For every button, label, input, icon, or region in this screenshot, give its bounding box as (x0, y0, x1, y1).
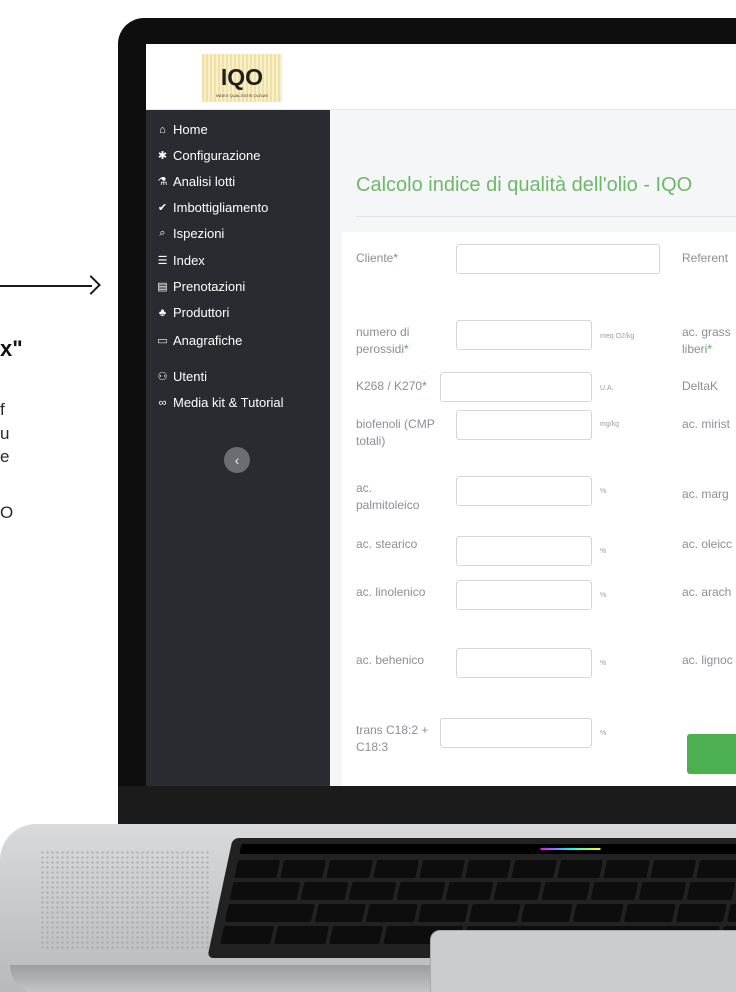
field-label-miristico: ac. mirist (682, 417, 730, 431)
arrow-right-icon (81, 275, 101, 295)
sidebar-collapse-button[interactable]: ‹ (224, 447, 250, 473)
k268-input[interactable] (440, 372, 592, 402)
card-icon: ▭ (157, 335, 168, 347)
caption-line: u (0, 424, 10, 443)
unit-linolenico: % (600, 592, 607, 599)
speaker-grille (40, 850, 210, 950)
calculate-button[interactable] (687, 734, 736, 774)
list-icon: ☰ (157, 255, 168, 267)
caption-line: O (0, 503, 14, 522)
linolenico-input[interactable] (456, 580, 592, 610)
tree-icon: ♣ (158, 306, 167, 319)
touch-bar (239, 844, 736, 854)
sidebar-item-label: Anagrafiche (173, 333, 243, 348)
unit-biofenoli: mg/kg (600, 421, 620, 428)
sidebar-item-utenti[interactable]: ⚇ Utenti (156, 369, 207, 384)
arrow-line (0, 285, 92, 287)
magnifier-icon: ⌕ (159, 227, 166, 239)
field-label-palmitoleico: ac. palmitoleico (356, 481, 420, 512)
caption-line: e (0, 447, 10, 466)
iqo-logo[interactable]: IQO INDEX QUALITATIS OLEUM (202, 54, 282, 102)
caption-line: f (0, 400, 5, 419)
sidebar-item-ispezioni[interactable]: ⌕ Ispezioni (156, 226, 224, 241)
flask-icon: ⚗ (157, 176, 168, 188)
field-label-stearico: ac. stearico (356, 537, 418, 551)
sidebar-item-imbottigliamento[interactable]: ✔ Imbottigliamento (156, 200, 269, 215)
page-title: Calcolo indice di qualità dell'olio - IQ… (356, 174, 693, 196)
unit-trans: % (600, 730, 607, 737)
sidebar-item-label: Index (173, 253, 205, 268)
field-label-acidi-grassi: ac. grass liberi* (682, 325, 731, 356)
stearico-input[interactable] (456, 536, 592, 566)
field-label-perossidi: numero di perossidi* (356, 325, 410, 356)
unit-stearico: % (600, 548, 607, 555)
sidebar-item-label: Produttori (173, 305, 230, 320)
laptop-screen: IQO INDEX QUALITATIS OLEUM ⌂ Home ✱ Conf… (146, 44, 736, 786)
behenico-input[interactable] (456, 648, 592, 678)
field-label-trans: trans C18:2 + C18:3 (356, 723, 429, 754)
sidebar-item-label: Analisi lotti (173, 174, 236, 189)
link-icon: ∞ (158, 396, 167, 409)
logo-subtext: INDEX QUALITATIS OLEUM (216, 93, 268, 98)
trans-input[interactable] (440, 718, 592, 748)
clipboard-icon: ▤ (157, 281, 168, 293)
sidebar-item-label: Prenotazioni (173, 279, 246, 294)
sidebar-item-configurazione[interactable]: ✱ Configurazione (156, 148, 261, 163)
sidebar-item-prenotazioni[interactable]: ▤ Prenotazioni (156, 279, 245, 294)
field-label-referente: Referent (682, 251, 729, 265)
sidebar-item-anagrafiche[interactable]: ▭ Anagrafiche (156, 333, 242, 348)
app-header: IQO INDEX QUALITATIS OLEUM (146, 44, 736, 110)
sidebar-item-analisi-lotti[interactable]: ⚗ Analisi lotti (156, 174, 236, 189)
caption-title: x" (0, 336, 23, 361)
gear-icon: ✱ (157, 150, 168, 162)
field-label-biofenoli: biofenoli (CMP totali) (356, 417, 435, 448)
cliente-input[interactable] (456, 244, 660, 274)
field-label-cliente: Cliente* (356, 251, 399, 265)
sidebar-item-label: Media kit & Tutorial (173, 395, 284, 410)
home-icon: ⌂ (159, 123, 166, 136)
field-label-margarico: ac. marg (682, 487, 729, 501)
unit-perossidi: meq O2/kg (600, 333, 635, 340)
sidebar-item-label: Utenti (173, 369, 207, 384)
field-label-behenico: ac. behenico (356, 653, 425, 667)
laptop-chin (118, 786, 736, 826)
field-label-oleico: ac. oleicc (682, 537, 733, 551)
field-label-deltak: DeltaK (682, 379, 719, 393)
unit-palmitoleico: % (600, 488, 607, 495)
unit-behenico: % (600, 660, 607, 667)
sidebar-item-label: Imbottigliamento (173, 200, 269, 215)
sidebar-item-label: Configurazione (173, 148, 261, 163)
sidebar-item-produttori[interactable]: ♣ Produttori (156, 305, 229, 320)
keyboard-row (229, 882, 736, 900)
sidebar-item-label: Home (173, 122, 208, 137)
form-card: Cliente* numero di perossidi* K268 / K27… (342, 232, 736, 786)
keyboard-row (234, 860, 736, 878)
sidebar-item-index[interactable]: ☰ Index (156, 253, 205, 268)
sidebar: ⌂ Home ✱ Configurazione ⚗ Analisi lotti … (146, 110, 330, 786)
keyboard-row (224, 904, 736, 922)
check-circle-icon: ✔ (157, 202, 168, 214)
biofenoli-input[interactable] (456, 410, 592, 440)
unit-k268: U.A. (600, 385, 614, 392)
sidebar-item-label: Ispezioni (173, 226, 225, 241)
field-label-linolenico: ac. linolenico (356, 585, 426, 599)
palmitoleico-input[interactable] (456, 476, 592, 506)
perossidi-input[interactable] (456, 320, 592, 350)
main-content: Calcolo indice di qualità dell'olio - IQ… (330, 110, 736, 786)
sidebar-item-media-kit[interactable]: ∞ Media kit & Tutorial (156, 395, 284, 410)
sidebar-item-home[interactable]: ⌂ Home (156, 122, 208, 137)
users-icon: ⚇ (157, 371, 168, 383)
field-label-lignocerico: ac. lignoc (682, 653, 733, 667)
title-divider (356, 216, 736, 217)
logo-text: IQO (220, 64, 264, 90)
trackpad (430, 930, 736, 992)
field-label-arachico: ac. arach (682, 585, 732, 599)
field-label-k268: K268 / K270* (356, 379, 427, 393)
